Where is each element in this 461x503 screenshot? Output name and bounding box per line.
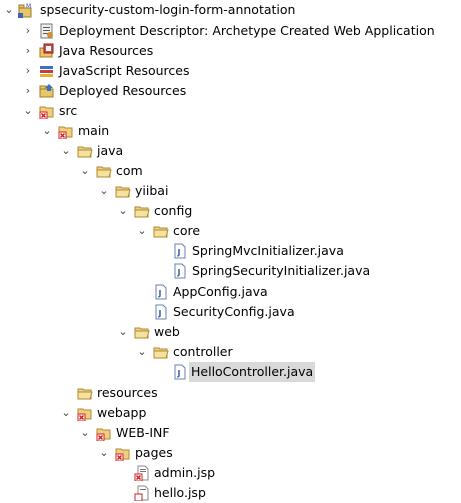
deployed-resources-icon bbox=[39, 83, 55, 99]
collapsed-arrow-icon[interactable]: › bbox=[21, 21, 35, 41]
expanded-arrow-icon[interactable]: ⌄ bbox=[59, 141, 73, 161]
folder-error-icon bbox=[39, 103, 55, 119]
tree-item-label: WEB-INF bbox=[116, 425, 170, 440]
java-file-icon: J bbox=[172, 243, 188, 259]
folder-error-icon bbox=[115, 445, 131, 461]
folder-error-icon bbox=[77, 405, 93, 421]
tree-item-label: java bbox=[97, 143, 124, 158]
folder-icon bbox=[134, 203, 150, 219]
tree-item-label: resources bbox=[97, 385, 158, 400]
folder-icon bbox=[115, 183, 131, 199]
folder-error-icon bbox=[58, 123, 74, 139]
tree-item-label: yiibai bbox=[135, 183, 169, 198]
tree-item-label: pages bbox=[135, 445, 173, 460]
tree-item-label: main bbox=[78, 123, 110, 138]
tree-item-label: src bbox=[59, 103, 78, 118]
expanded-arrow-icon[interactable]: ⌄ bbox=[78, 423, 92, 443]
expanded-arrow-icon[interactable]: ⌄ bbox=[40, 121, 54, 141]
tree-item-label: webapp bbox=[97, 405, 147, 420]
expanded-arrow-icon[interactable]: ⌄ bbox=[78, 161, 92, 181]
tree-item-label: AppConfig.java bbox=[173, 284, 268, 299]
folder-icon bbox=[134, 324, 150, 340]
tree-item-label: com bbox=[116, 163, 143, 178]
expanded-arrow-icon[interactable]: ⌄ bbox=[2, 0, 16, 20]
project-explorer-tree: ⌄ M spsecurity-custom-login-form-annotat… bbox=[0, 0, 461, 501]
expanded-arrow-icon[interactable]: ⌄ bbox=[59, 403, 73, 423]
svg-text:J: J bbox=[158, 309, 162, 318]
collapsed-arrow-icon[interactable]: › bbox=[21, 61, 35, 81]
tree-item-label: HelloController.java bbox=[189, 362, 316, 382]
tree-item-label: Deployment Descriptor: Archetype Created… bbox=[59, 23, 435, 38]
tree-item-label: web bbox=[154, 324, 180, 339]
collapsed-arrow-icon[interactable]: › bbox=[21, 41, 35, 61]
expanded-arrow-icon[interactable]: ⌄ bbox=[116, 201, 130, 221]
java-file-icon: J bbox=[172, 364, 188, 380]
tree-item-label: core bbox=[173, 223, 201, 238]
folder-error-icon bbox=[96, 425, 112, 441]
tree-item-label: Java Resources bbox=[59, 43, 154, 58]
svg-text:M: M bbox=[26, 3, 31, 10]
jsp-file-error-icon bbox=[134, 485, 150, 501]
project-icon: M bbox=[18, 2, 34, 18]
svg-text:J: J bbox=[158, 289, 162, 298]
tree-item-label: hello.jsp bbox=[154, 485, 206, 500]
tree-item-label: config bbox=[154, 203, 193, 218]
expanded-arrow-icon[interactable]: ⌄ bbox=[116, 322, 130, 342]
tree-item-label: admin.jsp bbox=[154, 465, 216, 480]
expanded-arrow-icon[interactable]: ⌄ bbox=[97, 443, 111, 463]
tree-item-label: JavaScript Resources bbox=[59, 63, 190, 78]
javascript-resources-icon bbox=[39, 63, 55, 79]
expanded-arrow-icon[interactable]: ⌄ bbox=[97, 181, 111, 201]
tree-item-label: SecurityConfig.java bbox=[173, 304, 295, 319]
folder-icon bbox=[153, 344, 169, 360]
folder-icon bbox=[77, 143, 93, 159]
java-file-icon: J bbox=[172, 263, 188, 279]
expanded-arrow-icon[interactable]: ⌄ bbox=[135, 342, 149, 362]
svg-text:J: J bbox=[177, 268, 181, 277]
folder-icon bbox=[77, 385, 93, 401]
java-file-icon: J bbox=[153, 284, 169, 300]
tree-item-label: spsecurity-custom-login-form-annotation bbox=[40, 2, 296, 17]
tree-item-label: SpringMvcInitializer.java bbox=[192, 243, 344, 258]
tree-item-label: Deployed Resources bbox=[59, 83, 187, 98]
expanded-arrow-icon[interactable]: ⌄ bbox=[135, 221, 149, 241]
collapsed-arrow-icon[interactable]: › bbox=[21, 81, 35, 101]
jsp-file-error-icon bbox=[134, 465, 150, 481]
java-file-icon: J bbox=[153, 304, 169, 320]
java-resources-icon bbox=[39, 43, 55, 59]
expanded-arrow-icon[interactable]: ⌄ bbox=[21, 101, 35, 121]
tree-item-label: SpringSecurityInitializer.java bbox=[192, 263, 371, 278]
folder-icon bbox=[153, 223, 169, 239]
deployment-descriptor-icon bbox=[39, 23, 55, 39]
svg-text:J: J bbox=[177, 248, 181, 257]
tree-item-label: controller bbox=[173, 344, 233, 359]
svg-text:J: J bbox=[177, 369, 181, 378]
folder-icon bbox=[96, 163, 112, 179]
